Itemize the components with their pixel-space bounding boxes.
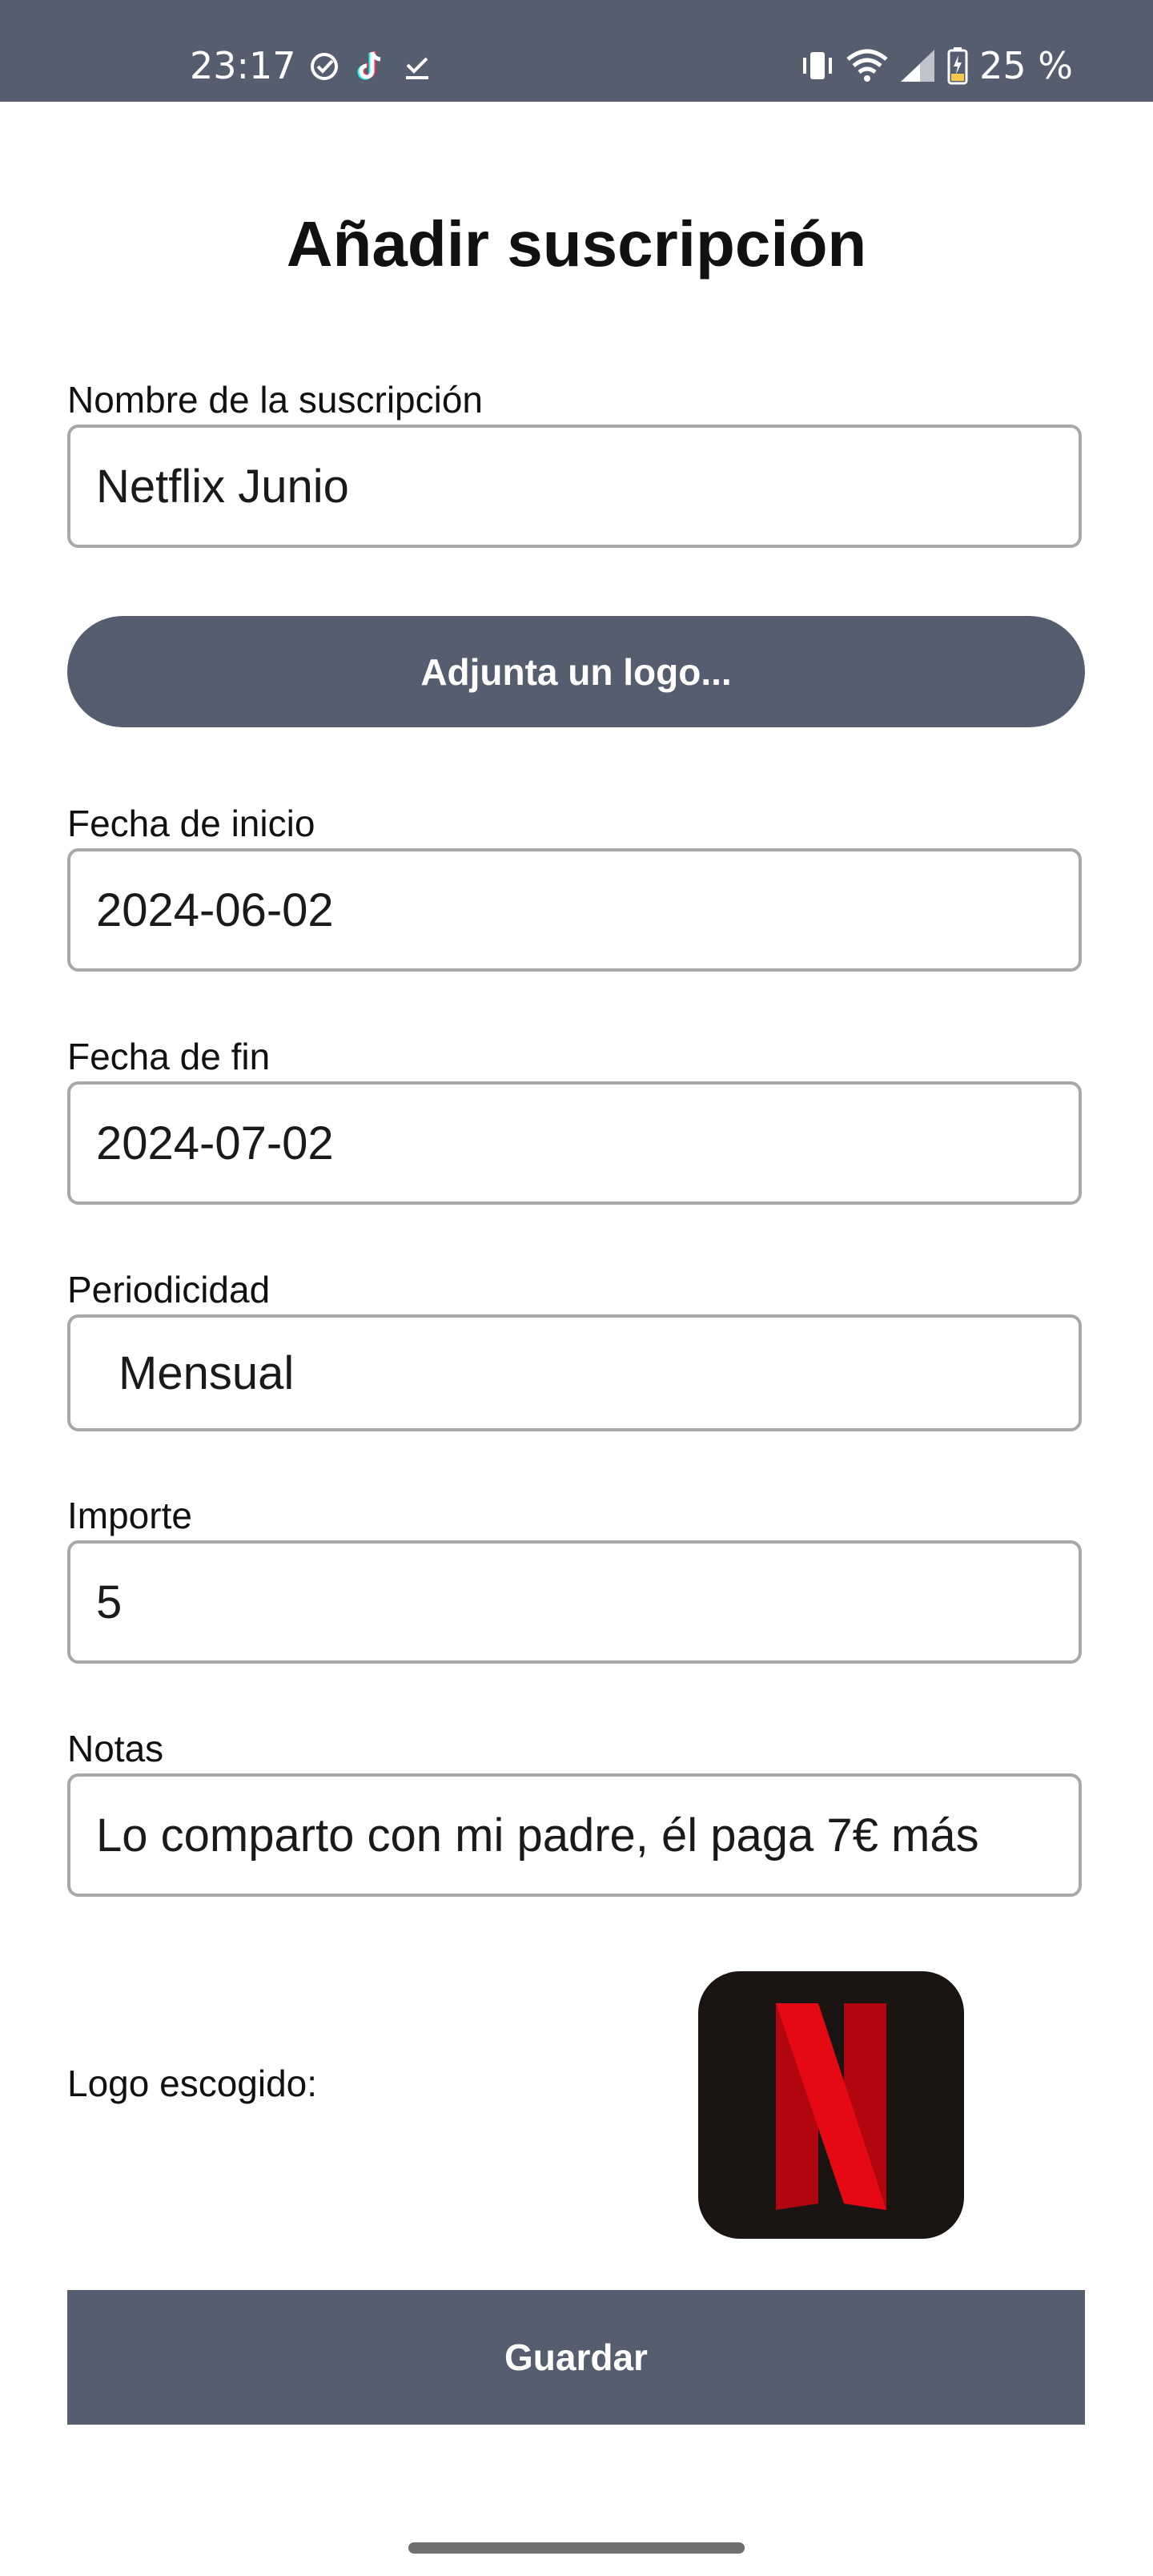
periodicity-label: Periodicidad <box>67 1269 271 1310</box>
periodicity-select[interactable]: Mensual <box>67 1314 1082 1431</box>
check-circle-icon <box>311 53 338 80</box>
signal-icon <box>901 50 935 82</box>
amount-label: Importe <box>67 1495 192 1536</box>
amount-input[interactable] <box>67 1540 1082 1664</box>
wifi-icon <box>846 49 888 82</box>
start-date-input[interactable] <box>67 848 1082 972</box>
status-notification-icons <box>308 46 433 87</box>
status-system-icons: 25 % <box>800 42 1073 90</box>
save-button[interactable]: Guardar <box>67 2290 1085 2425</box>
periodicity-selected-value: Mensual <box>119 1346 295 1399</box>
subscription-name-input[interactable] <box>67 425 1082 548</box>
end-date-input[interactable] <box>67 1081 1082 1205</box>
vibrate-icon <box>803 52 833 79</box>
chosen-logo-label: Logo escogido: <box>67 2063 318 2104</box>
subscription-name-label: Nombre de la suscripción <box>67 379 484 421</box>
tiktok-icon <box>357 51 381 80</box>
page-title: Añadir suscripción <box>286 208 867 280</box>
download-done-icon <box>406 57 428 79</box>
home-indicator[interactable] <box>408 2542 745 2554</box>
attach-logo-button[interactable]: Adjunta un logo... <box>67 616 1085 727</box>
status-time: 23:17 <box>190 44 296 87</box>
end-date-label: Fecha de fin <box>67 1036 271 1077</box>
battery-charging-icon <box>947 47 968 85</box>
notes-input[interactable] <box>67 1773 1082 1897</box>
notes-label: Notas <box>67 1728 164 1769</box>
status-bar: 23:17 25 % <box>0 0 1153 102</box>
battery-percentage: 25 % <box>979 44 1073 87</box>
netflix-logo-image <box>698 1971 964 2239</box>
start-date-label: Fecha de inicio <box>67 803 315 844</box>
